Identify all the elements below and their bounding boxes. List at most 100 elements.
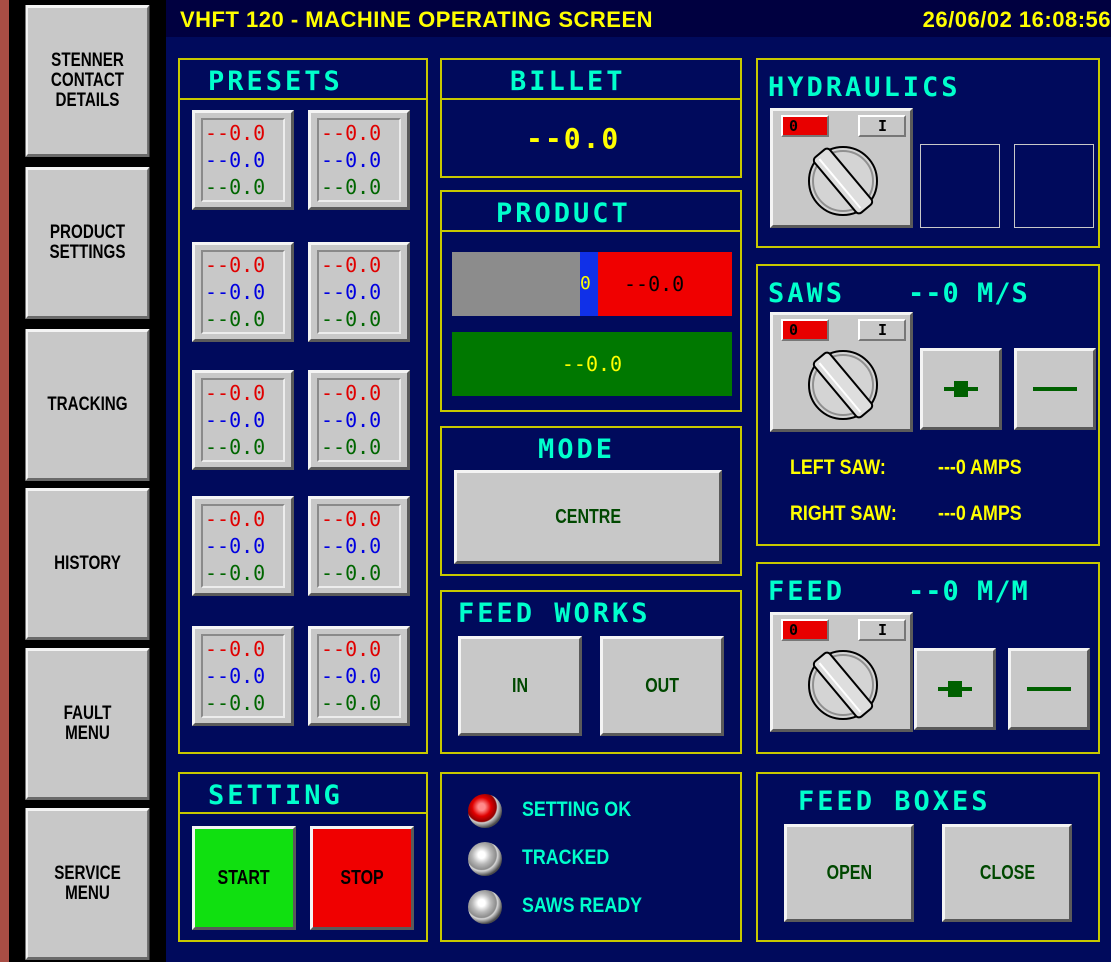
- feed-off-indicator: 0: [781, 619, 829, 641]
- left-saw-label: LEFT SAW:: [790, 456, 886, 479]
- preset-values: --0.0 --0.0 --0.0: [201, 118, 285, 202]
- saws-selector-switch[interactable]: 0 I: [770, 312, 913, 432]
- left-saw-value: ---0 AMPS: [938, 456, 1022, 479]
- preset-button[interactable]: --0.0 --0.0 --0.0: [192, 110, 294, 210]
- preset-red-value: --0.0: [321, 121, 382, 145]
- feed-works-title: FEED WORKS: [458, 598, 651, 629]
- preset-red-value: --0.0: [205, 253, 266, 277]
- feed-in-button[interactable]: IN: [458, 636, 582, 736]
- saws-speed: --0 M/S: [908, 278, 1029, 309]
- product-green-value: --0.0: [452, 332, 732, 396]
- feed-title: FEED: [768, 576, 846, 607]
- feed-speed: --0 M/M: [908, 576, 1029, 607]
- saws-off-indicator: 0: [781, 319, 829, 341]
- sidebar-nav: STENNER CONTACT DETAILS PRODUCT SETTINGS…: [9, 0, 166, 962]
- preset-values: --0.0 --0.0 --0.0: [317, 250, 401, 334]
- preset-values: --0.0 --0.0 --0.0: [317, 504, 401, 588]
- tracked-lamp-icon: [468, 842, 502, 876]
- saws-panel: SAWS --0 M/S 0 I LEFT SAW: ---0 AMPS RIG…: [756, 264, 1100, 546]
- setting-panel: SETTING START STOP: [178, 772, 428, 942]
- preset-button[interactable]: --0.0 --0.0 --0.0: [192, 370, 294, 470]
- feed-on-indicator: I: [858, 619, 906, 641]
- sidebar-item-tracking[interactable]: TRACKING: [25, 329, 150, 481]
- feed-boxes-title: FEED BOXES: [798, 786, 991, 817]
- hydraulics-panel: HYDRAULICS 0 I: [756, 58, 1100, 248]
- preset-button[interactable]: --0.0 --0.0 --0.0: [308, 110, 410, 210]
- preset-red-value: --0.0: [205, 381, 266, 405]
- preset-blue-value: --0.0: [205, 408, 266, 432]
- feed-out-button[interactable]: OUT: [600, 636, 724, 736]
- preset-red-value: --0.0: [321, 637, 382, 661]
- rotary-knob-icon: [808, 146, 878, 216]
- status-panel: SETTING OK TRACKED SAWS READY: [440, 772, 742, 942]
- saws-decrease-button[interactable]: [1014, 348, 1096, 430]
- setting-stop-button[interactable]: STOP: [310, 826, 414, 930]
- feed-boxes-close-button[interactable]: CLOSE: [942, 824, 1072, 922]
- plus-icon: [944, 381, 978, 397]
- feed-decrease-button[interactable]: [1008, 648, 1090, 730]
- saws-title: SAWS: [768, 278, 846, 309]
- preset-button[interactable]: --0.0 --0.0 --0.0: [192, 242, 294, 342]
- preset-blue-value: --0.0: [205, 664, 266, 688]
- sidebar-item-fault-menu[interactable]: FAULT MENU: [25, 648, 150, 800]
- preset-blue-value: --0.0: [205, 280, 266, 304]
- sidebar-item-service-menu[interactable]: SERVICE MENU: [25, 808, 150, 960]
- presets-title: PRESETS: [208, 66, 343, 97]
- saws-ready-lamp-icon: [468, 890, 502, 924]
- product-title: PRODUCT: [496, 198, 631, 229]
- preset-red-value: --0.0: [205, 637, 266, 661]
- preset-red-value: --0.0: [321, 381, 382, 405]
- feed-in-label: IN: [512, 674, 528, 697]
- preset-green-value: --0.0: [205, 175, 266, 199]
- preset-red-value: --0.0: [321, 507, 382, 531]
- saws-increase-button[interactable]: [920, 348, 1002, 430]
- preset-values: --0.0 --0.0 --0.0: [201, 250, 285, 334]
- preset-values: --0.0 --0.0 --0.0: [201, 378, 285, 462]
- minus-icon: [1033, 387, 1077, 391]
- preset-button[interactable]: --0.0 --0.0 --0.0: [192, 496, 294, 596]
- preset-green-value: --0.0: [205, 691, 266, 715]
- feed-out-label: OUT: [645, 674, 679, 697]
- sidebar-item-stenner-contact-details[interactable]: STENNER CONTACT DETAILS: [25, 5, 150, 157]
- feed-boxes-open-label: OPEN: [826, 861, 872, 884]
- billet-title: BILLET: [510, 66, 626, 97]
- plus-icon: [938, 681, 972, 697]
- preset-green-value: --0.0: [321, 561, 382, 585]
- preset-button[interactable]: --0.0 --0.0 --0.0: [308, 242, 410, 342]
- preset-blue-value: --0.0: [321, 534, 382, 558]
- feed-increase-button[interactable]: [914, 648, 996, 730]
- preset-button[interactable]: --0.0 --0.0 --0.0: [308, 626, 410, 726]
- preset-blue-value: --0.0: [205, 534, 266, 558]
- preset-values: --0.0 --0.0 --0.0: [317, 118, 401, 202]
- panel-divider: [180, 812, 426, 814]
- minus-icon: [1027, 687, 1071, 691]
- product-grey-bar: [452, 252, 580, 316]
- rotary-knob-icon: [808, 350, 878, 420]
- right-saw-value: ---0 AMPS: [938, 502, 1022, 525]
- preset-button[interactable]: --0.0 --0.0 --0.0: [308, 496, 410, 596]
- sidebar-item-product-settings[interactable]: PRODUCT SETTINGS: [25, 167, 150, 319]
- preset-red-value: --0.0: [321, 253, 382, 277]
- setting-title: SETTING: [208, 780, 343, 811]
- preset-red-value: --0.0: [205, 121, 266, 145]
- setting-start-button[interactable]: START: [192, 826, 296, 930]
- sidebar-item-history[interactable]: HISTORY: [25, 488, 150, 640]
- rotary-knob-icon: [808, 650, 878, 720]
- preset-button[interactable]: --0.0 --0.0 --0.0: [308, 370, 410, 470]
- mode-centre-button[interactable]: CENTRE: [454, 470, 722, 564]
- tracked-label: TRACKED: [522, 846, 610, 869]
- preset-blue-value: --0.0: [205, 148, 266, 172]
- mode-title: MODE: [538, 434, 616, 465]
- preset-button[interactable]: --0.0 --0.0 --0.0: [192, 626, 294, 726]
- billet-value: --0.0: [526, 122, 621, 155]
- datetime-display: 26/06/02 16:08:56: [922, 7, 1111, 32]
- feed-panel: FEED --0 M/M 0 I: [756, 562, 1100, 754]
- preset-red-value: --0.0: [205, 507, 266, 531]
- saws-ready-label: SAWS READY: [522, 894, 643, 917]
- feed-selector-switch[interactable]: 0 I: [770, 612, 913, 732]
- feed-boxes-open-button[interactable]: OPEN: [784, 824, 914, 922]
- hydraulics-selector-switch[interactable]: 0 I: [770, 108, 913, 228]
- preset-values: --0.0 --0.0 --0.0: [317, 378, 401, 462]
- setting-stop-label: STOP: [340, 866, 384, 889]
- preset-green-value: --0.0: [205, 435, 266, 459]
